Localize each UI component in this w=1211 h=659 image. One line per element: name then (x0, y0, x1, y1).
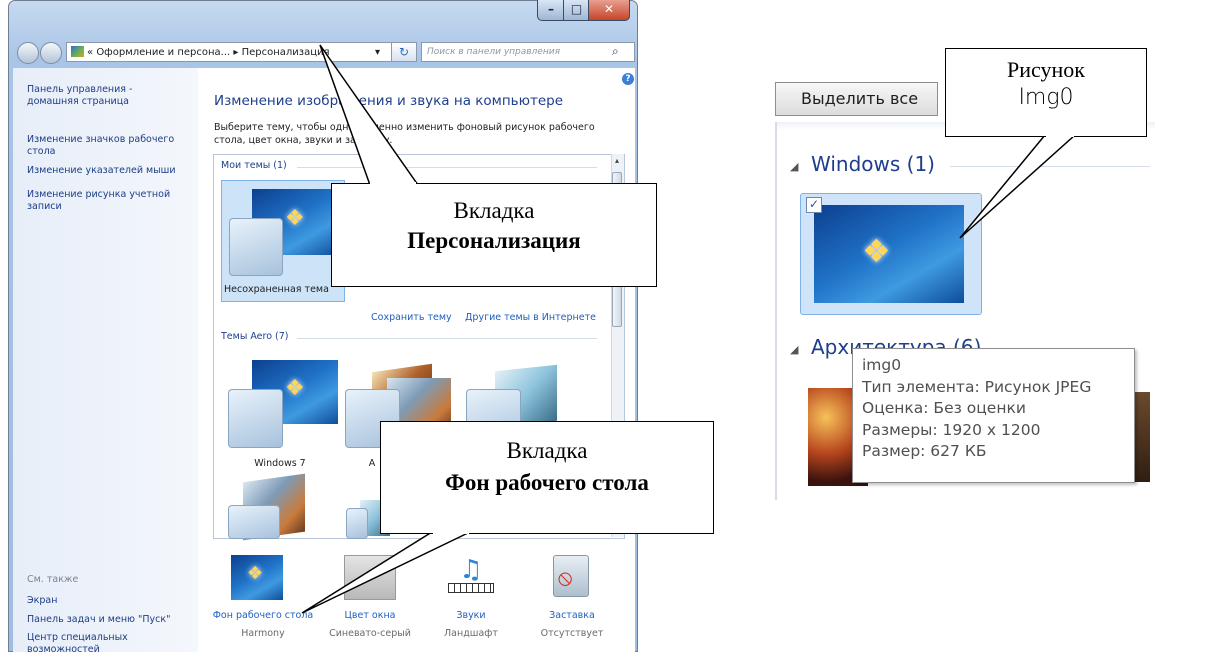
callout-pointer-desktop-bg (301, 531, 471, 614)
callout-personalization-line2: Персонализация (407, 228, 581, 253)
callout-picture-line1: Рисунок (1007, 57, 1085, 82)
callout-desktop-bg-line1: Вкладка (506, 438, 588, 463)
callout-personalization: Вкладка Персонализация (331, 183, 657, 287)
callout-picture: Рисунок Img0 (945, 48, 1147, 137)
callout-personalization-line1: Вкладка (453, 198, 535, 223)
callout-joint (433, 531, 469, 534)
callout-desktop-bg-line2: Фон рабочего стола (445, 470, 649, 495)
callout-picture-line2: Img0 (1018, 85, 1074, 110)
callout-pointer-personalization (319, 44, 420, 186)
callout-desktop-background: Вкладка Фон рабочего стола (380, 421, 714, 534)
callout-pointer-picture (959, 134, 1077, 239)
callout-joint (370, 182, 416, 185)
callout-joint (1046, 134, 1074, 137)
